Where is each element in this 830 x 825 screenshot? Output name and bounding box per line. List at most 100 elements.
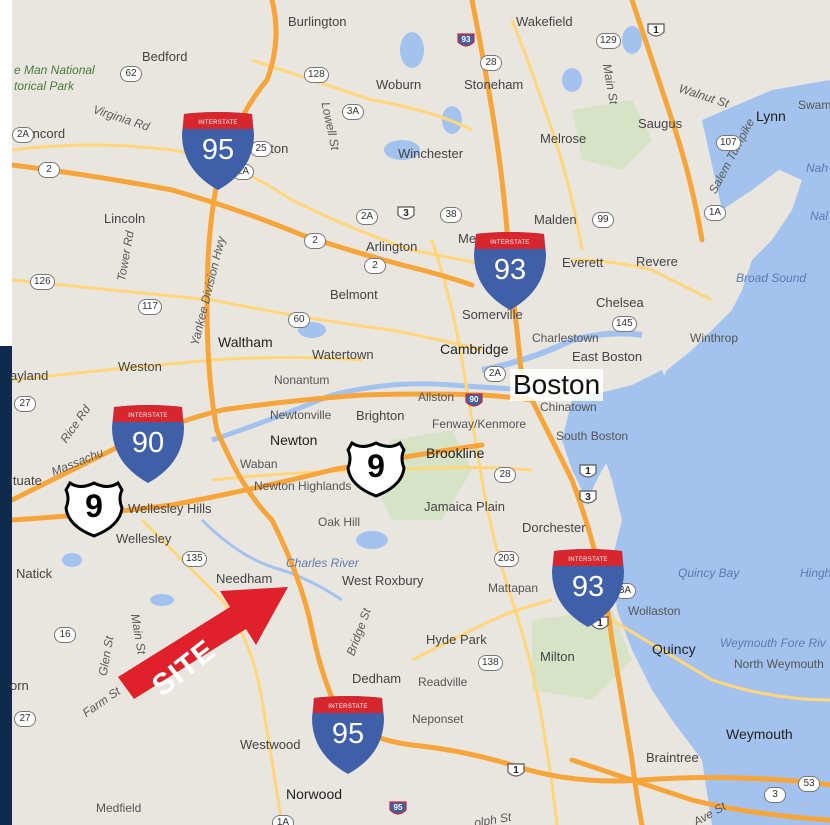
place-cambridge: Cambridge <box>440 341 509 357</box>
place-dedham: Dedham <box>352 671 402 686</box>
place-orn: orn <box>10 678 29 693</box>
place-man-national: e Man National <box>14 63 95 77</box>
route-3-north-shield: 3 <box>396 205 416 223</box>
place-charles-river: Charles River <box>286 556 359 570</box>
place-norwood: Norwood <box>286 786 343 802</box>
route-107-marker: 107 <box>716 135 741 151</box>
place-braintree: Braintree <box>646 750 699 765</box>
place-north-weymouth: North Weymouth <box>734 657 824 671</box>
boston-city-label: Boston <box>510 369 604 401</box>
place-westwood: Westwood <box>240 737 301 752</box>
route-1a-marker: 1A <box>704 205 726 221</box>
us1-boston-shield: 1 <box>578 463 598 481</box>
place-broad-sound: Broad Sound <box>736 271 807 285</box>
place-hingh: Hingh <box>800 566 830 580</box>
route-126-marker: 126 <box>30 274 55 290</box>
place-jamaica-plain: Jamaica Plain <box>424 499 505 514</box>
place-quincy: Quincy <box>652 641 696 657</box>
interstate-95-south-shield: INTERSTATE 95 <box>310 696 386 776</box>
place-weymouth-fore: Weymouth Fore Riv <box>720 636 826 650</box>
route-62-marker: 62 <box>120 66 142 82</box>
place-lynn: Lynn <box>756 108 786 124</box>
route-2a-west-marker: 2A <box>12 127 34 143</box>
place-malden: Malden <box>534 212 577 227</box>
place-torical-park: torical Park <box>14 79 75 93</box>
place-mattapan: Mattapan <box>488 581 539 595</box>
place-hyde-park: Hyde Park <box>426 632 487 647</box>
us-route-9-east-shield: 9 <box>344 440 408 498</box>
place-watertown: Watertown <box>312 347 374 362</box>
route-117-marker: 117 <box>138 299 162 315</box>
i93-small-shield: 93 <box>456 32 476 50</box>
place-weymouth: Weymouth <box>726 726 793 742</box>
route-3-boston-shield: 3 <box>578 489 598 507</box>
place-lincoln: Lincoln <box>104 211 146 226</box>
route-60-marker: 60 <box>288 312 310 328</box>
place-arlington: Arlington <box>366 239 418 254</box>
route-27-north-marker: 27 <box>14 396 36 412</box>
route-28-south-marker: 28 <box>494 467 516 483</box>
pond <box>400 32 424 68</box>
place-nah: Nah <box>806 161 829 175</box>
place-swam: Swam <box>798 98 830 112</box>
place-everett: Everett <box>562 255 604 270</box>
place-nal: Nal <box>810 209 829 223</box>
left-sidebar-strip <box>0 346 12 825</box>
site-arrow-marker: SITE <box>118 585 293 710</box>
map-canvas[interactable]: Burlington Wakefield Bedford e Man Natio… <box>0 0 830 825</box>
place-quincy-bay: Quincy Bay <box>678 566 740 580</box>
place-wellesley-hills: Wellesley Hills <box>128 501 212 516</box>
route-2a-arlington-marker: 2A <box>356 209 378 225</box>
place-waban: Waban <box>240 457 278 471</box>
place-neponset: Neponset <box>412 712 464 726</box>
place-chelsea: Chelsea <box>596 295 644 310</box>
place-woburn: Woburn <box>376 77 422 92</box>
place-newton: Newton <box>270 432 318 448</box>
place-burlington: Burlington <box>288 14 347 29</box>
route-53-marker: 53 <box>798 776 820 792</box>
place-needham: Needham <box>216 571 273 586</box>
pond <box>62 553 82 567</box>
i90-small-shield: 90 <box>464 392 484 410</box>
route-2-west-marker: 2 <box>38 162 60 178</box>
place-fenway: Fenway/Kenmore <box>432 417 527 431</box>
interstate-93-north-shield: INTERSTATE 93 <box>472 232 548 312</box>
place-ayland: ayland <box>10 368 49 383</box>
place-melrose: Melrose <box>540 131 587 146</box>
place-newtonville: Newtonville <box>270 408 332 422</box>
place-chinatown: Chinatown <box>540 400 597 414</box>
place-waltham: Waltham <box>218 334 273 350</box>
place-saugus: Saugus <box>638 116 683 131</box>
interstate-93-south-shield: INTERSTATE 93 <box>550 549 626 629</box>
route-1a-south-marker: 1A <box>272 815 294 825</box>
route-128-marker: 128 <box>304 67 329 83</box>
place-weston: Weston <box>118 359 162 374</box>
route-3a-north-marker: 3A <box>342 104 364 120</box>
place-allston: Allston <box>418 390 455 404</box>
place-belmont: Belmont <box>330 287 378 302</box>
route-138-marker: 138 <box>478 655 503 671</box>
route-203-marker: 203 <box>494 551 519 567</box>
route-28-north-marker: 28 <box>480 55 502 71</box>
route-2-arlington-marker: 2 <box>364 258 386 274</box>
place-ituate: ituate <box>10 473 42 488</box>
pond <box>622 26 642 54</box>
us1-mid-shield: 1 <box>506 762 526 780</box>
pond <box>356 531 388 549</box>
place-west-roxbury: West Roxbury <box>342 573 424 588</box>
place-stoneham: Stoneham <box>464 77 524 92</box>
route-2-mid-marker: 2 <box>304 233 326 249</box>
place-milton: Milton <box>540 649 575 664</box>
route-2a-cambridge-marker: 2A <box>484 366 506 382</box>
place-charlestown: Charlestown <box>532 331 599 345</box>
route-38-marker: 38 <box>440 207 462 223</box>
us-route-9-west-shield: 9 <box>62 480 126 538</box>
route-145-marker: 145 <box>612 316 637 332</box>
place-east-boston: East Boston <box>572 349 643 364</box>
place-revere: Revere <box>636 254 678 269</box>
place-bedford: Bedford <box>142 49 188 64</box>
place-south-boston: South Boston <box>556 429 629 443</box>
place-natick: Natick <box>16 566 53 581</box>
place-oak-hill: Oak Hill <box>318 515 361 529</box>
place-wollaston: Wollaston <box>628 604 681 618</box>
